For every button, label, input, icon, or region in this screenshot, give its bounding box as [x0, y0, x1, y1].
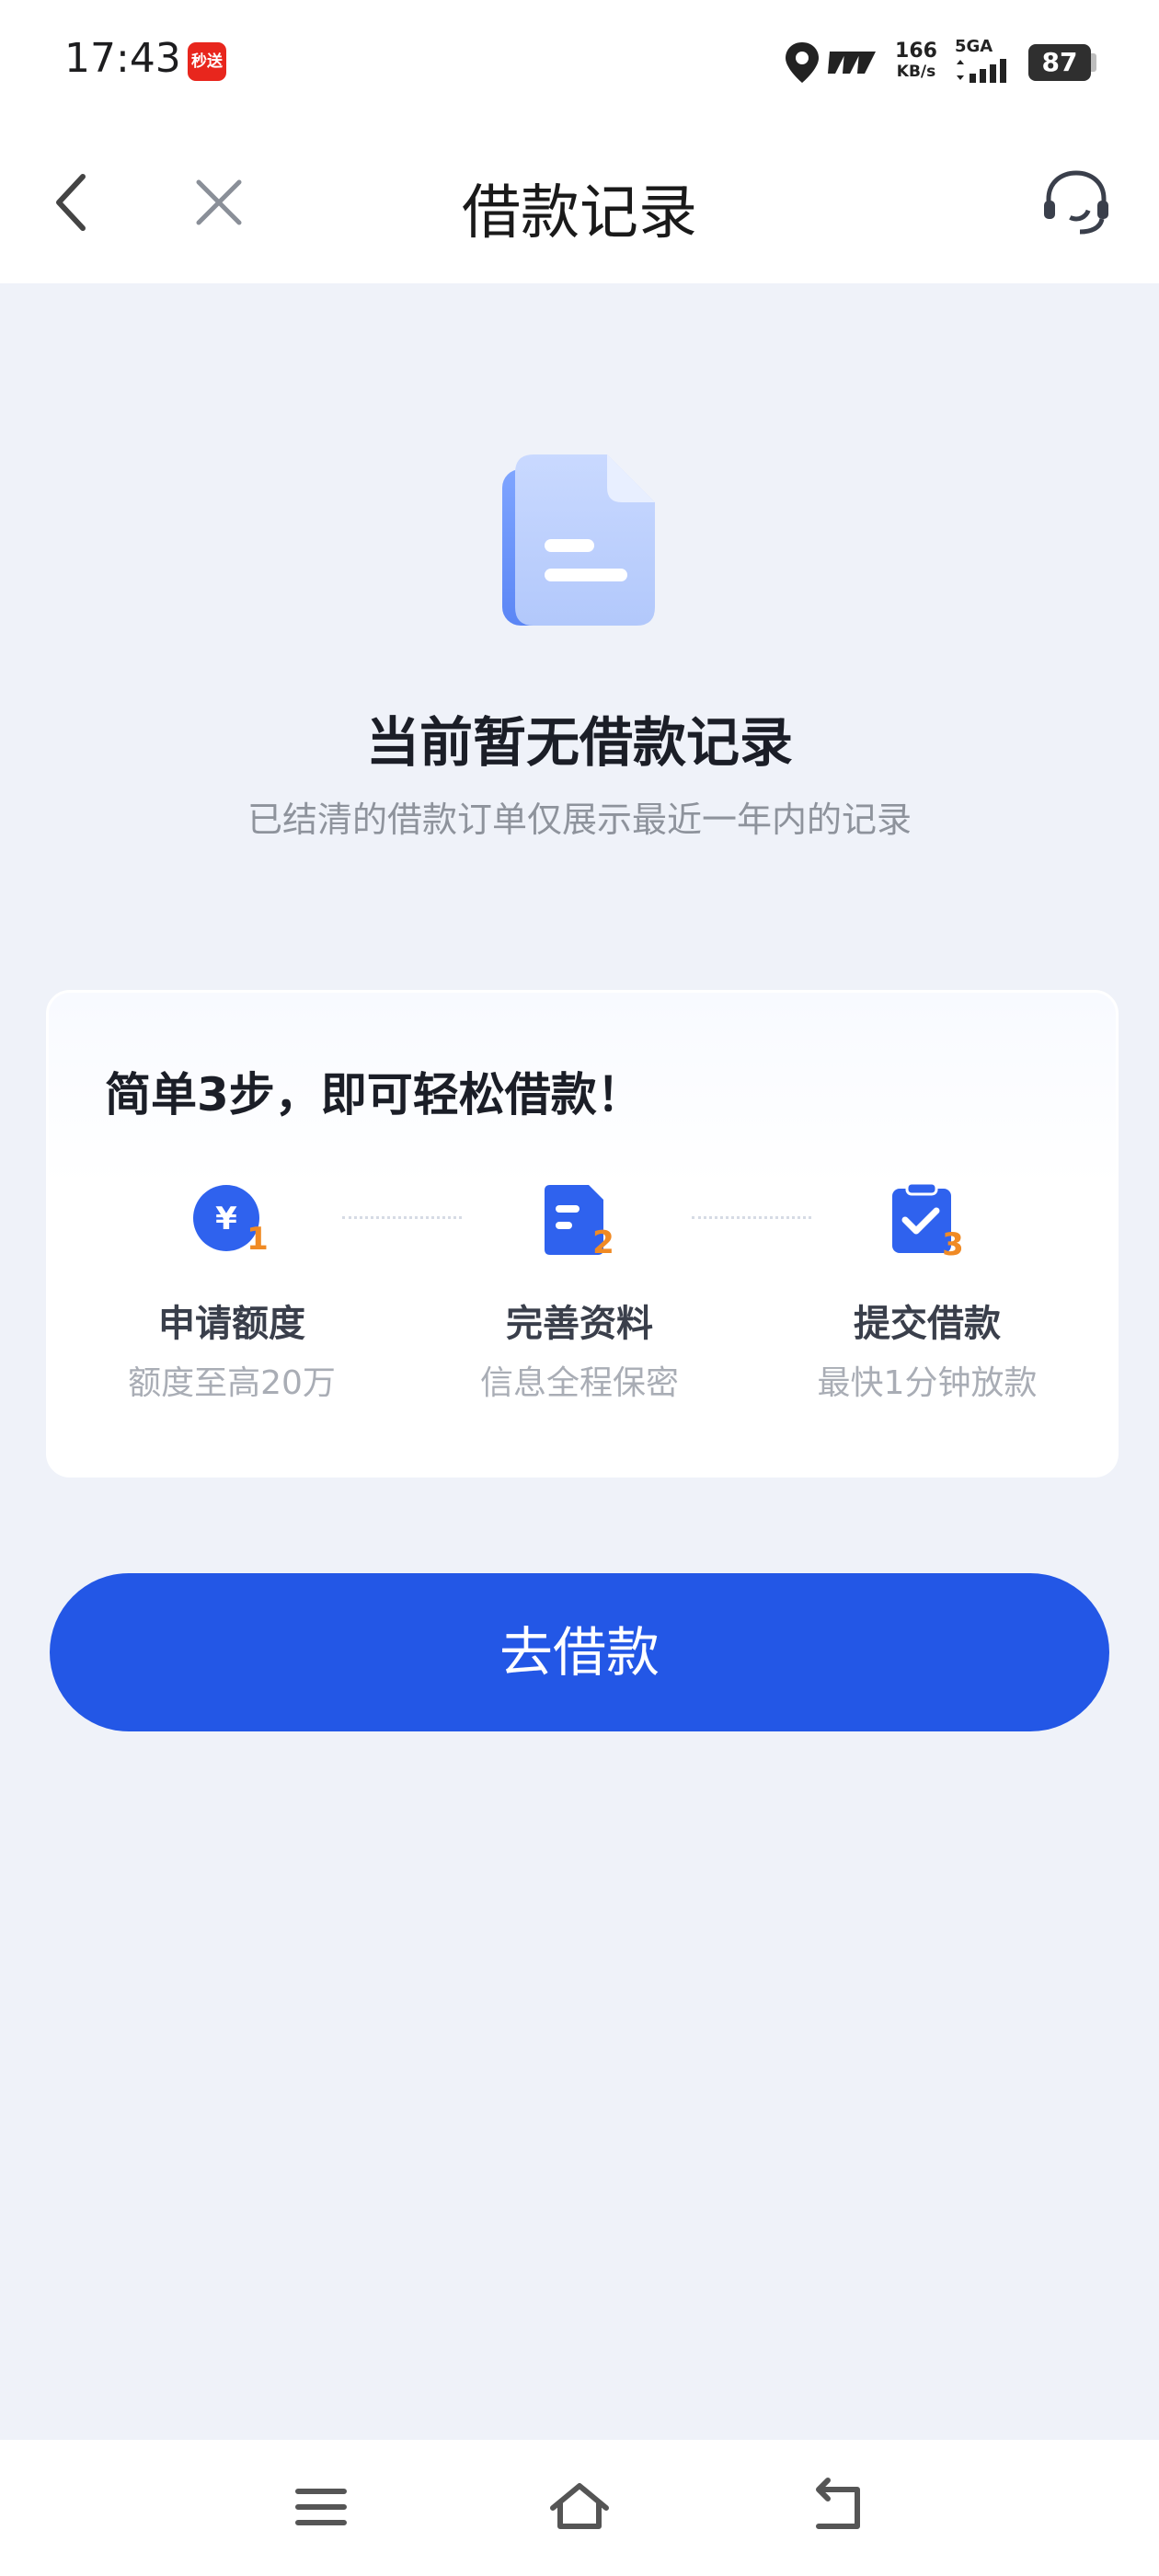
go-borrow-button[interactable]: 去借款 — [50, 1573, 1109, 1731]
signal-strength-icon — [957, 59, 1006, 83]
yuan-coin-icon: ¥ 1 — [193, 1185, 269, 1258]
status-time: 17:43 — [64, 35, 181, 82]
step-desc-2: 信息全程保密 — [479, 1364, 679, 1402]
back-nav-icon[interactable] — [806, 2475, 870, 2539]
step-desc-3: 最快1分钟放款 — [817, 1364, 1038, 1402]
app-notification-icon: 秒送 — [188, 42, 226, 81]
step-label-3: 提交借款 — [854, 1303, 1001, 1345]
network-type: 5GA — [955, 37, 993, 56]
step-number-1: 1 — [247, 1221, 269, 1258]
home-icon[interactable] — [547, 2475, 612, 2539]
network-speed: 166 KB/s — [895, 40, 937, 82]
step-label-2: 完善资料 — [506, 1303, 653, 1345]
battery-level: 87 — [1028, 44, 1091, 81]
step-number-3: 3 — [942, 1226, 964, 1260]
empty-state-subtitle: 已结清的借款订单仅展示最近一年内的记录 — [247, 799, 912, 840]
customer-service-icon[interactable] — [1039, 166, 1113, 239]
document-icon: 2 — [545, 1185, 614, 1260]
empty-document-icon — [502, 454, 655, 626]
step-label-1: 申请额度 — [158, 1303, 305, 1345]
steps-title: 简单3步，即可轻松借款！ — [105, 1068, 643, 1121]
step-connector — [342, 1216, 462, 1219]
step-connector — [692, 1216, 811, 1219]
step-desc-1: 额度至高20万 — [128, 1364, 336, 1402]
hd-signal-icon — [828, 52, 876, 74]
empty-state-title: 当前暂无借款记录 — [365, 711, 793, 774]
clipboard-check-icon: 3 — [892, 1181, 964, 1260]
location-icon — [786, 42, 819, 83]
svg-text:¥: ¥ — [215, 1201, 237, 1237]
step-number-2: 2 — [592, 1225, 614, 1260]
menu-icon[interactable] — [289, 2475, 353, 2539]
page-title: 借款记录 — [462, 179, 697, 247]
battery-icon — [1091, 53, 1096, 72]
